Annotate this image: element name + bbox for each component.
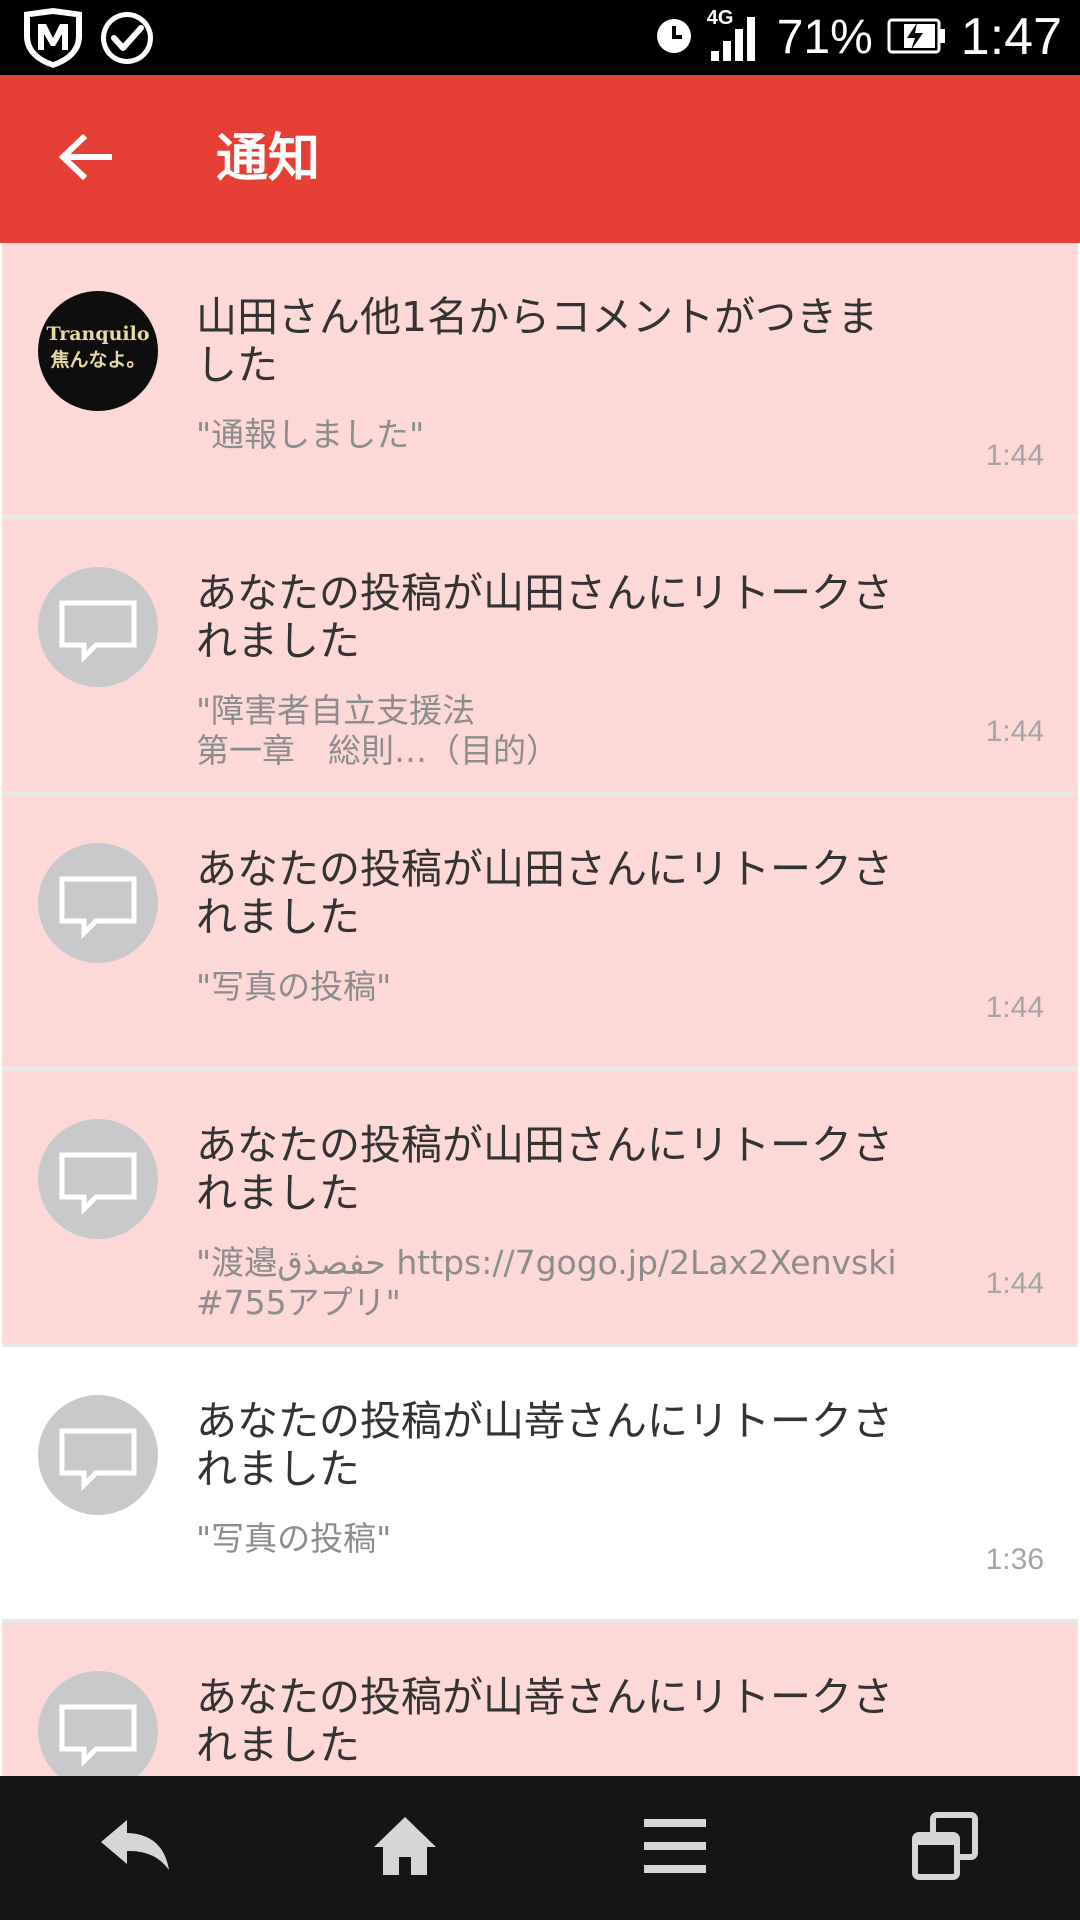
speech-bubble-icon: [38, 1428, 158, 1515]
default-avatar: [38, 567, 158, 687]
status-left-icons: [18, 6, 156, 74]
default-avatar: [38, 1119, 158, 1239]
notification-title: 山田さん他1名からコメントがつきました: [196, 293, 879, 389]
battery-charging-icon: [887, 17, 947, 59]
home-icon: [372, 1815, 438, 1881]
status-right: 4G 71% 1:47: [655, 0, 1062, 75]
clock: 1:47: [960, 8, 1062, 66]
default-avatar: [38, 1671, 158, 1776]
notification-time: 1:44: [985, 715, 1044, 748]
battery-percent: 71%: [776, 11, 873, 64]
notification-title: あなたの投稿が山田さんにリトークされました: [196, 845, 893, 941]
notification-item[interactable]: あなたの投稿が山田さんにリトークされました "障害者自立支援法 第一章 総則…（…: [2, 519, 1078, 795]
navigation-bar: [0, 1776, 1080, 1920]
notification-title: あなたの投稿が山田さんにリトークされました: [196, 569, 893, 665]
notification-title: あなたの投稿が山嵜さんにリトークされました: [196, 1673, 893, 1769]
signal-icon: 4G: [707, 7, 763, 63]
back-arrow-icon: [97, 1816, 173, 1880]
recent-apps-icon: [911, 1811, 979, 1885]
notification-excerpt: "写真の投稿": [196, 1519, 392, 1558]
speech-bubble-icon: [38, 600, 158, 687]
arrow-left-icon: [57, 132, 113, 186]
notification-time: 1:44: [985, 439, 1044, 472]
avatar: Tranquilo 焦んなよ。: [38, 291, 158, 411]
default-avatar: [38, 843, 158, 963]
mcafee-shield-icon: [18, 6, 88, 74]
notification-title: あなたの投稿が山嵜さんにリトークされました: [196, 1397, 893, 1493]
check-circle-icon: [98, 7, 156, 73]
status-bar: 4G 71% 1:47: [0, 0, 1080, 75]
notification-time: 1:36: [985, 1543, 1044, 1576]
notification-item[interactable]: あなたの投稿が山田さんにリトークされました "渡邉حفصذق https://7…: [2, 1071, 1078, 1347]
notification-time: 1:44: [985, 991, 1044, 1024]
nav-home-button[interactable]: [345, 1798, 465, 1898]
notification-item[interactable]: Tranquilo 焦んなよ。 山田さん他1名からコメントがつきました "通報しま…: [2, 243, 1078, 519]
page-title: 通知: [216, 129, 321, 189]
notification-time: 1:44: [985, 1267, 1044, 1300]
notification-excerpt: "渡邉حفصذق https://7gogo.jp/2Lax2Xenvski #…: [196, 1243, 897, 1322]
menu-icon: [642, 1817, 708, 1879]
notification-excerpt: "通報しました": [196, 415, 425, 454]
screen: 4G 71% 1:47 通知 Tranquilo 焦んなよ。 山田さん他1名から…: [0, 0, 1080, 1920]
speech-bubble-icon: [38, 1152, 158, 1239]
alarm-clock-icon: [655, 17, 693, 59]
speech-bubble-icon: [38, 876, 158, 963]
notification-item[interactable]: あなたの投稿が山嵜さんにリトークされました "写真の投稿" 1:36: [2, 1347, 1078, 1623]
notification-list[interactable]: Tranquilo 焦んなよ。 山田さん他1名からコメントがつきました "通報しま…: [0, 243, 1080, 1776]
nav-menu-button[interactable]: [615, 1798, 735, 1898]
app-bar: 通知: [0, 75, 1080, 243]
notification-excerpt: "障害者自立支援法 第一章 総則…（目的）: [196, 691, 559, 770]
nav-back-button[interactable]: [75, 1798, 195, 1898]
back-button[interactable]: [40, 119, 130, 199]
notification-excerpt: "写真の投稿": [196, 967, 392, 1006]
notification-item[interactable]: あなたの投稿が山田さんにリトークされました "写真の投稿" 1:44: [2, 795, 1078, 1071]
notification-item[interactable]: あなたの投稿が山嵜さんにリトークされました: [2, 1623, 1078, 1776]
avatar-image-text: Tranquilo 焦んなよ。: [46, 323, 150, 371]
default-avatar: [38, 1395, 158, 1515]
nav-recent-apps-button[interactable]: [885, 1798, 1005, 1898]
notification-title: あなたの投稿が山田さんにリトークされました: [196, 1121, 893, 1217]
